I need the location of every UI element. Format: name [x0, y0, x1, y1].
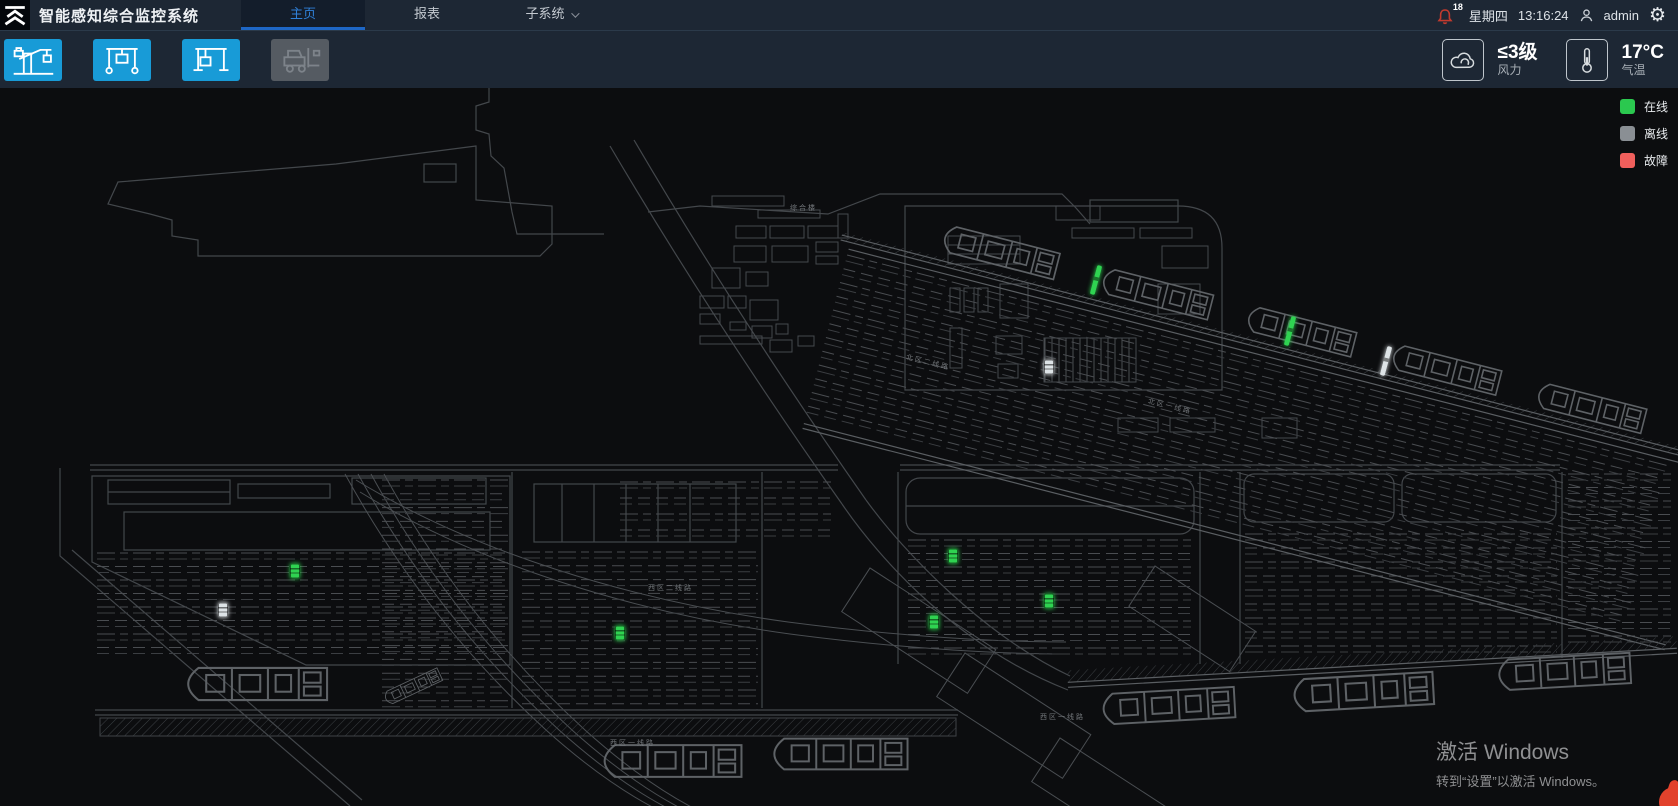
port-cad-drawing — [0, 88, 1678, 806]
legend-offline: 离线 — [1620, 125, 1668, 142]
map-road-label: 综合楼 — [790, 203, 817, 213]
notification-count: 18 — [1453, 2, 1463, 12]
main-nav: 主页 报表 子系统 — [241, 0, 613, 30]
fault-swatch — [1620, 153, 1635, 168]
wind-label: 风力 — [1498, 63, 1538, 77]
equipment-toolbar: ≤3级 风力 17°C 气温 — [0, 30, 1678, 88]
map-road-label: 西区一线路 — [610, 738, 655, 748]
bell-icon — [1437, 8, 1453, 26]
map-road-label: 西区一线路 — [1040, 712, 1085, 722]
navbar-right: 18 星期四 13:16:24 admin ⚙ — [1437, 4, 1678, 26]
temperature-icon-box — [1566, 39, 1608, 81]
equipment-button-quay-crane[interactable] — [4, 39, 62, 81]
wind-value: ≤3级 — [1498, 42, 1538, 63]
port-map-layer[interactable]: 在线 离线 故障 激活 Windows 转到“设置”以激活 Windows。 综… — [0, 88, 1678, 806]
device-marker-online[interactable] — [948, 549, 958, 564]
quay-crane-icon — [10, 43, 56, 77]
tab-reports[interactable]: 报表 — [365, 0, 489, 30]
username[interactable]: admin — [1604, 8, 1639, 23]
tab-home[interactable]: 主页 — [241, 0, 365, 30]
equipment-button-rmg-crane[interactable] — [182, 39, 240, 81]
equipment-button-rtg-crane[interactable] — [93, 39, 151, 81]
notification-bell[interactable]: 18 — [1437, 4, 1459, 26]
offline-swatch — [1620, 126, 1635, 141]
temperature-label: 气温 — [1622, 63, 1664, 77]
weather-widget: ≤3级 风力 17°C 气温 — [1442, 39, 1668, 81]
temperature-value: 17°C — [1622, 42, 1664, 63]
device-marker-online[interactable] — [1044, 594, 1054, 609]
top-navbar: 智能感知综合监控系统 主页 报表 子系统 18 星期四 13:16:24 adm… — [0, 0, 1678, 30]
legend-online: 在线 — [1620, 98, 1668, 115]
north-terminal — [793, 200, 1678, 652]
device-marker-online[interactable] — [290, 564, 300, 579]
user-icon — [1579, 8, 1594, 23]
legend-fault: 故障 — [1620, 152, 1668, 169]
thermometer-icon — [1574, 46, 1600, 74]
device-marker-online[interactable] — [615, 626, 625, 641]
wind-cloud-icon — [1449, 48, 1477, 72]
chevron-down-icon — [571, 9, 579, 17]
online-swatch — [1620, 99, 1635, 114]
clock: 13:16:24 — [1518, 8, 1569, 23]
page-title: 智能感知综合监控系统 — [39, 5, 199, 26]
rmg-crane-icon — [188, 43, 234, 77]
wind-icon-box — [1442, 39, 1484, 81]
forklift-icon — [277, 43, 323, 77]
logo-icon — [1, 1, 29, 29]
status-legend: 在线 离线 故障 — [1620, 98, 1668, 169]
equipment-button-forklift[interactable] — [271, 39, 329, 81]
map-road-label: 西区二线路 — [648, 583, 693, 593]
weekday-label: 星期四 — [1469, 6, 1508, 25]
device-marker-offline[interactable] — [1044, 360, 1054, 375]
settings-gear-icon[interactable]: ⚙ — [1649, 6, 1666, 25]
app-logo — [0, 0, 30, 30]
rtg-crane-icon — [99, 43, 145, 77]
device-marker-online[interactable] — [929, 615, 939, 630]
tab-subsystem[interactable]: 子系统 — [489, 0, 613, 30]
windows-activation-watermark: 激活 Windows 转到“设置”以激活 Windows。 — [1436, 736, 1605, 790]
device-marker-offline[interactable] — [218, 603, 228, 618]
